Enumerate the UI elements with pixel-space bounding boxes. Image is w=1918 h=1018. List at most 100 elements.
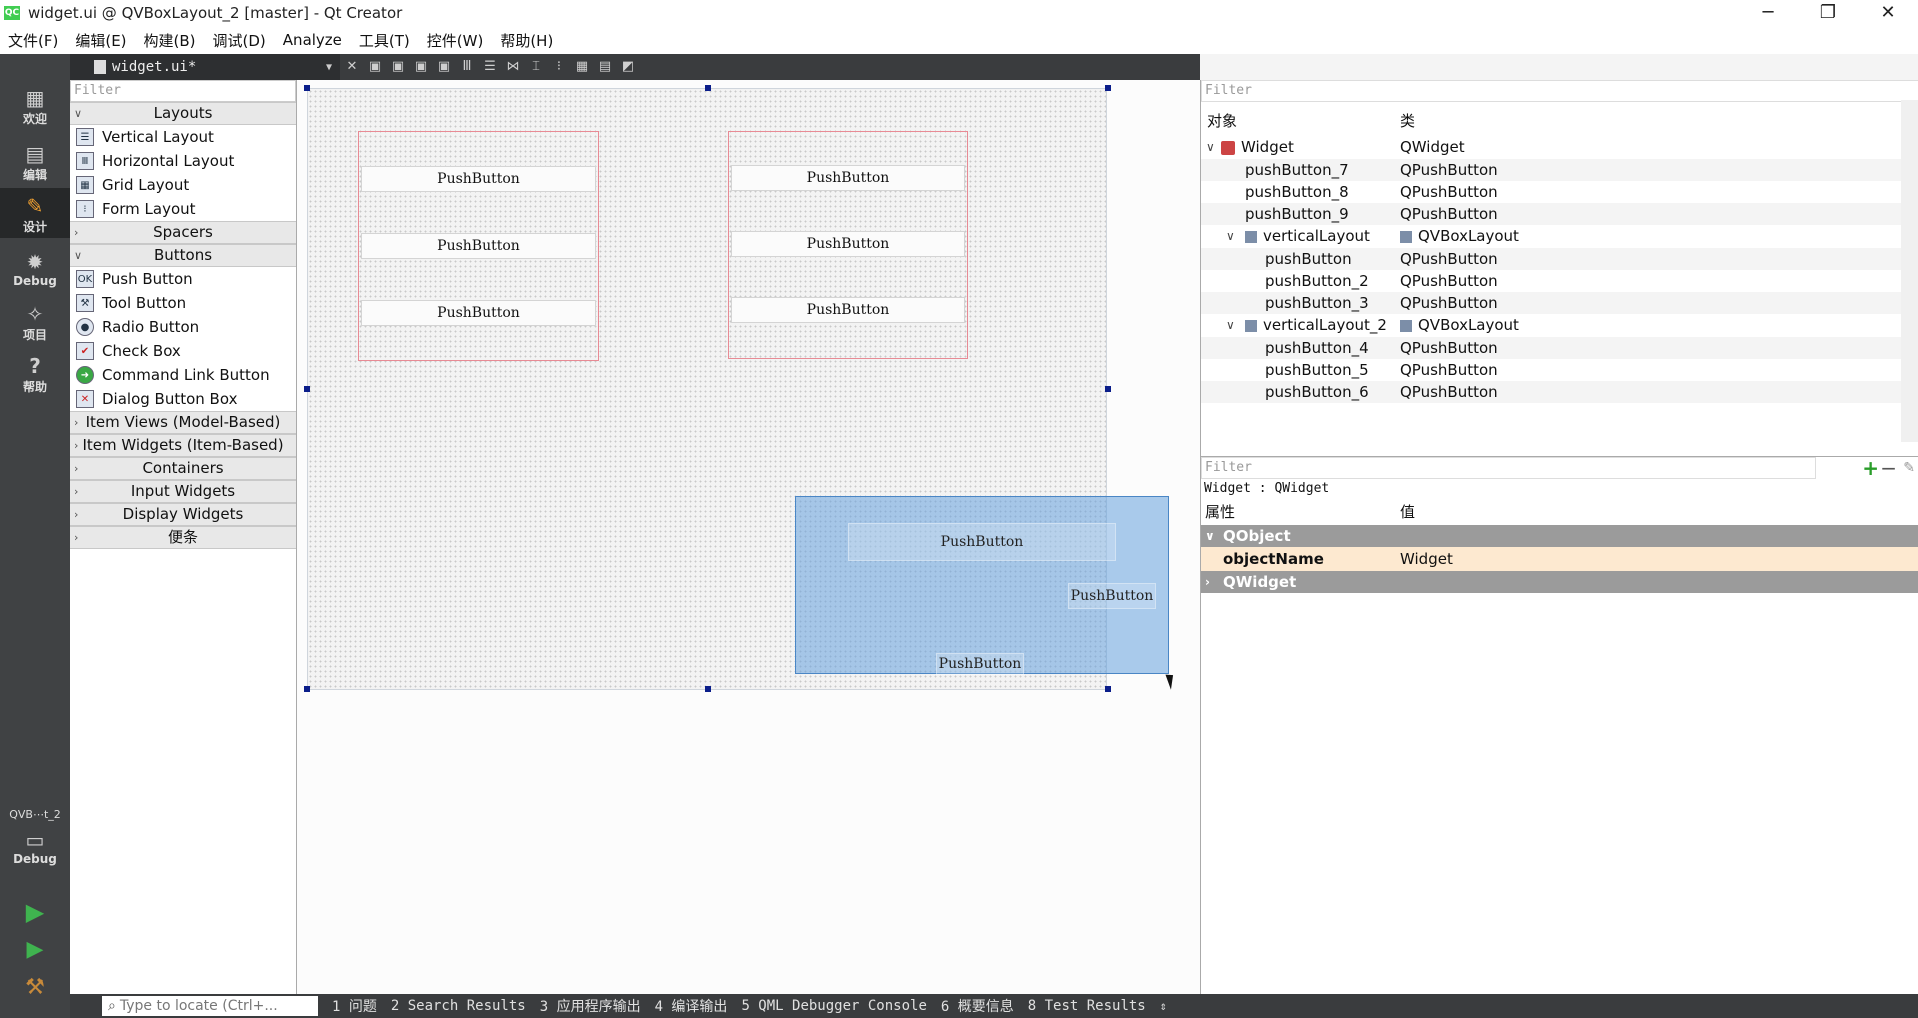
property-filter-input[interactable]: Filter: [1201, 457, 1816, 479]
tree-row[interactable]: pushButton_6 QPushButton: [1201, 381, 1901, 403]
kit-selector[interactable]: ▭ Debug: [0, 828, 70, 866]
run-button[interactable]: ▶: [0, 900, 70, 924]
category-item-views[interactable]: › Item Views (Model-Based): [70, 411, 296, 434]
push-button[interactable]: PushButton: [936, 653, 1024, 675]
push-button[interactable]: PushButton: [848, 523, 1116, 561]
widget-horizontal-layout[interactable]: Ⅲ Horizontal Layout: [70, 149, 296, 173]
menu-help[interactable]: 帮助(H): [492, 30, 562, 51]
layout-horizontal-icon[interactable]: Ⅲ: [458, 59, 476, 75]
widget-vertical-layout[interactable]: ☰ Vertical Layout: [70, 125, 296, 149]
output-tab-tests[interactable]: 8 Test Results: [1028, 998, 1146, 1014]
close-button[interactable]: ✕: [1858, 0, 1918, 26]
category-scratchpad[interactable]: › 便条: [70, 526, 296, 549]
category-buttons[interactable]: ∨ Buttons: [70, 244, 296, 267]
category-input-widgets[interactable]: › Input Widgets: [70, 480, 296, 503]
widget-grid-layout[interactable]: ▦ Grid Layout: [70, 173, 296, 197]
category-layouts[interactable]: ∨ Layouts: [70, 102, 296, 125]
close-document-icon[interactable]: ✕: [343, 59, 361, 75]
resize-handle[interactable]: [1105, 85, 1111, 91]
menu-analyze[interactable]: Analyze: [275, 31, 351, 49]
remove-property-icon[interactable]: −: [1880, 458, 1897, 478]
mode-help[interactable]: ? 帮助: [0, 354, 70, 395]
push-button[interactable]: PushButton: [731, 297, 965, 323]
tree-row[interactable]: pushButton_5 QPushButton: [1201, 359, 1901, 381]
open-document-selector[interactable]: widget.ui* ▼: [70, 54, 340, 80]
property-value[interactable]: Widget: [1400, 547, 1453, 571]
menu-build[interactable]: 构建(B): [136, 30, 205, 51]
form-editor-area[interactable]: PushButton PushButton PushButton PushBut…: [297, 80, 1200, 994]
layout-v-splitter-icon[interactable]: ⌶: [527, 59, 545, 75]
break-layout-icon[interactable]: ▤: [596, 59, 614, 75]
edit-buddies-icon[interactable]: ▣: [412, 59, 430, 75]
widget-radio-button[interactable]: ● Radio Button: [70, 315, 296, 339]
layout-form-icon[interactable]: ⁝: [550, 59, 568, 75]
property-row-objectname[interactable]: objectName Widget: [1201, 547, 1918, 571]
property-group-qwidget[interactable]: › QWidget: [1201, 571, 1918, 593]
tree-row[interactable]: pushButton_8 QPushButton: [1201, 181, 1901, 203]
widget-filter-input[interactable]: Filter: [70, 80, 296, 102]
vertical-scrollbar[interactable]: [1901, 100, 1918, 442]
edit-widgets-icon[interactable]: ▣: [366, 59, 384, 75]
widget-push-button[interactable]: OK Push Button: [70, 267, 296, 291]
resize-handle[interactable]: [304, 85, 310, 91]
menu-debug[interactable]: 调试(D): [205, 30, 275, 51]
widget-command-link-button[interactable]: ➜ Command Link Button: [70, 363, 296, 387]
push-button[interactable]: PushButton: [361, 300, 596, 326]
push-button[interactable]: PushButton: [361, 166, 596, 192]
column-class[interactable]: 类: [1400, 108, 1415, 134]
category-display-widgets[interactable]: › Display Widgets: [70, 503, 296, 526]
push-button[interactable]: PushButton: [361, 233, 596, 259]
edit-tab-order-icon[interactable]: ▣: [435, 59, 453, 75]
widget-dialog-button-box[interactable]: ✕ Dialog Button Box: [70, 387, 296, 411]
tree-row[interactable]: pushButton_7 QPushButton: [1201, 159, 1901, 181]
mode-debug[interactable]: ✹ Debug: [0, 250, 70, 288]
build-button[interactable]: ⚒: [0, 976, 70, 1000]
menu-widgets[interactable]: 控件(W): [419, 30, 493, 51]
minimize-button[interactable]: ─: [1738, 0, 1798, 26]
resize-handle[interactable]: [1105, 686, 1111, 692]
tree-row[interactable]: ∨ Widget QWidget: [1201, 136, 1901, 158]
output-tab-issues[interactable]: 1 问题: [332, 996, 377, 1016]
widget-tool-button[interactable]: ⚒ Tool Button: [70, 291, 296, 315]
resize-handle[interactable]: [304, 386, 310, 392]
menu-tools[interactable]: 工具(T): [351, 30, 419, 51]
category-item-widgets[interactable]: › Item Widgets (Item-Based): [70, 434, 296, 457]
output-tab-compile[interactable]: 4 编译输出: [655, 996, 728, 1016]
locator-input[interactable]: ⌕ Type to locate (Ctrl+...: [102, 996, 318, 1016]
mode-edit[interactable]: ▤ 编辑: [0, 142, 70, 183]
restore-button[interactable]: ❐: [1798, 0, 1858, 26]
push-button[interactable]: PushButton: [1068, 583, 1156, 609]
configure-icon[interactable]: ✎: [1903, 459, 1915, 477]
menu-file[interactable]: 文件(F): [0, 30, 67, 51]
layout-grid-icon[interactable]: ▦: [573, 59, 591, 75]
edit-signals-icon[interactable]: ▣: [389, 59, 407, 75]
mode-design[interactable]: ✎ 设计: [0, 188, 70, 238]
resize-handle[interactable]: [304, 686, 310, 692]
tree-row[interactable]: pushButton_9 QPushButton: [1201, 203, 1901, 225]
tree-row[interactable]: pushButton QPushButton: [1201, 248, 1901, 270]
adjust-size-icon[interactable]: ◩: [619, 59, 637, 75]
tree-row[interactable]: pushButton_4 QPushButton: [1201, 337, 1901, 359]
output-tab-qml-debugger[interactable]: 5 QML Debugger Console: [741, 998, 926, 1014]
object-filter-input[interactable]: Filter: [1201, 80, 1918, 102]
output-tab-general[interactable]: 6 概要信息: [941, 996, 1014, 1016]
tree-row[interactable]: pushButton_3 QPushButton: [1201, 292, 1901, 314]
category-spacers[interactable]: › Spacers: [70, 221, 296, 244]
widget-form-layout[interactable]: ⁝ Form Layout: [70, 197, 296, 221]
vertical-layout-left[interactable]: PushButton PushButton PushButton: [358, 131, 599, 361]
mode-welcome[interactable]: ▦ 欢迎: [0, 86, 70, 127]
layout-h-splitter-icon[interactable]: ⋈: [504, 59, 522, 75]
tree-row[interactable]: ∨ verticalLayout_2 QVBoxLayout: [1201, 314, 1901, 336]
column-property[interactable]: 属性: [1205, 499, 1235, 525]
output-tab-app-output[interactable]: 3 应用程序输出: [540, 996, 641, 1016]
tree-row[interactable]: ∨ verticalLayout QVBoxLayout: [1201, 225, 1901, 247]
category-containers[interactable]: › Containers: [70, 457, 296, 480]
property-group-qobject[interactable]: ∨ QObject: [1201, 525, 1918, 547]
push-button[interactable]: PushButton: [731, 165, 965, 191]
add-property-icon[interactable]: +: [1862, 458, 1879, 478]
debug-run-button[interactable]: ▶: [0, 938, 70, 962]
mode-projects[interactable]: ✧ 项目: [0, 302, 70, 343]
menu-edit[interactable]: 编辑(E): [67, 30, 135, 51]
vertical-layout-right[interactable]: PushButton PushButton PushButton: [728, 131, 968, 359]
output-tab-search[interactable]: 2 Search Results: [391, 998, 526, 1014]
